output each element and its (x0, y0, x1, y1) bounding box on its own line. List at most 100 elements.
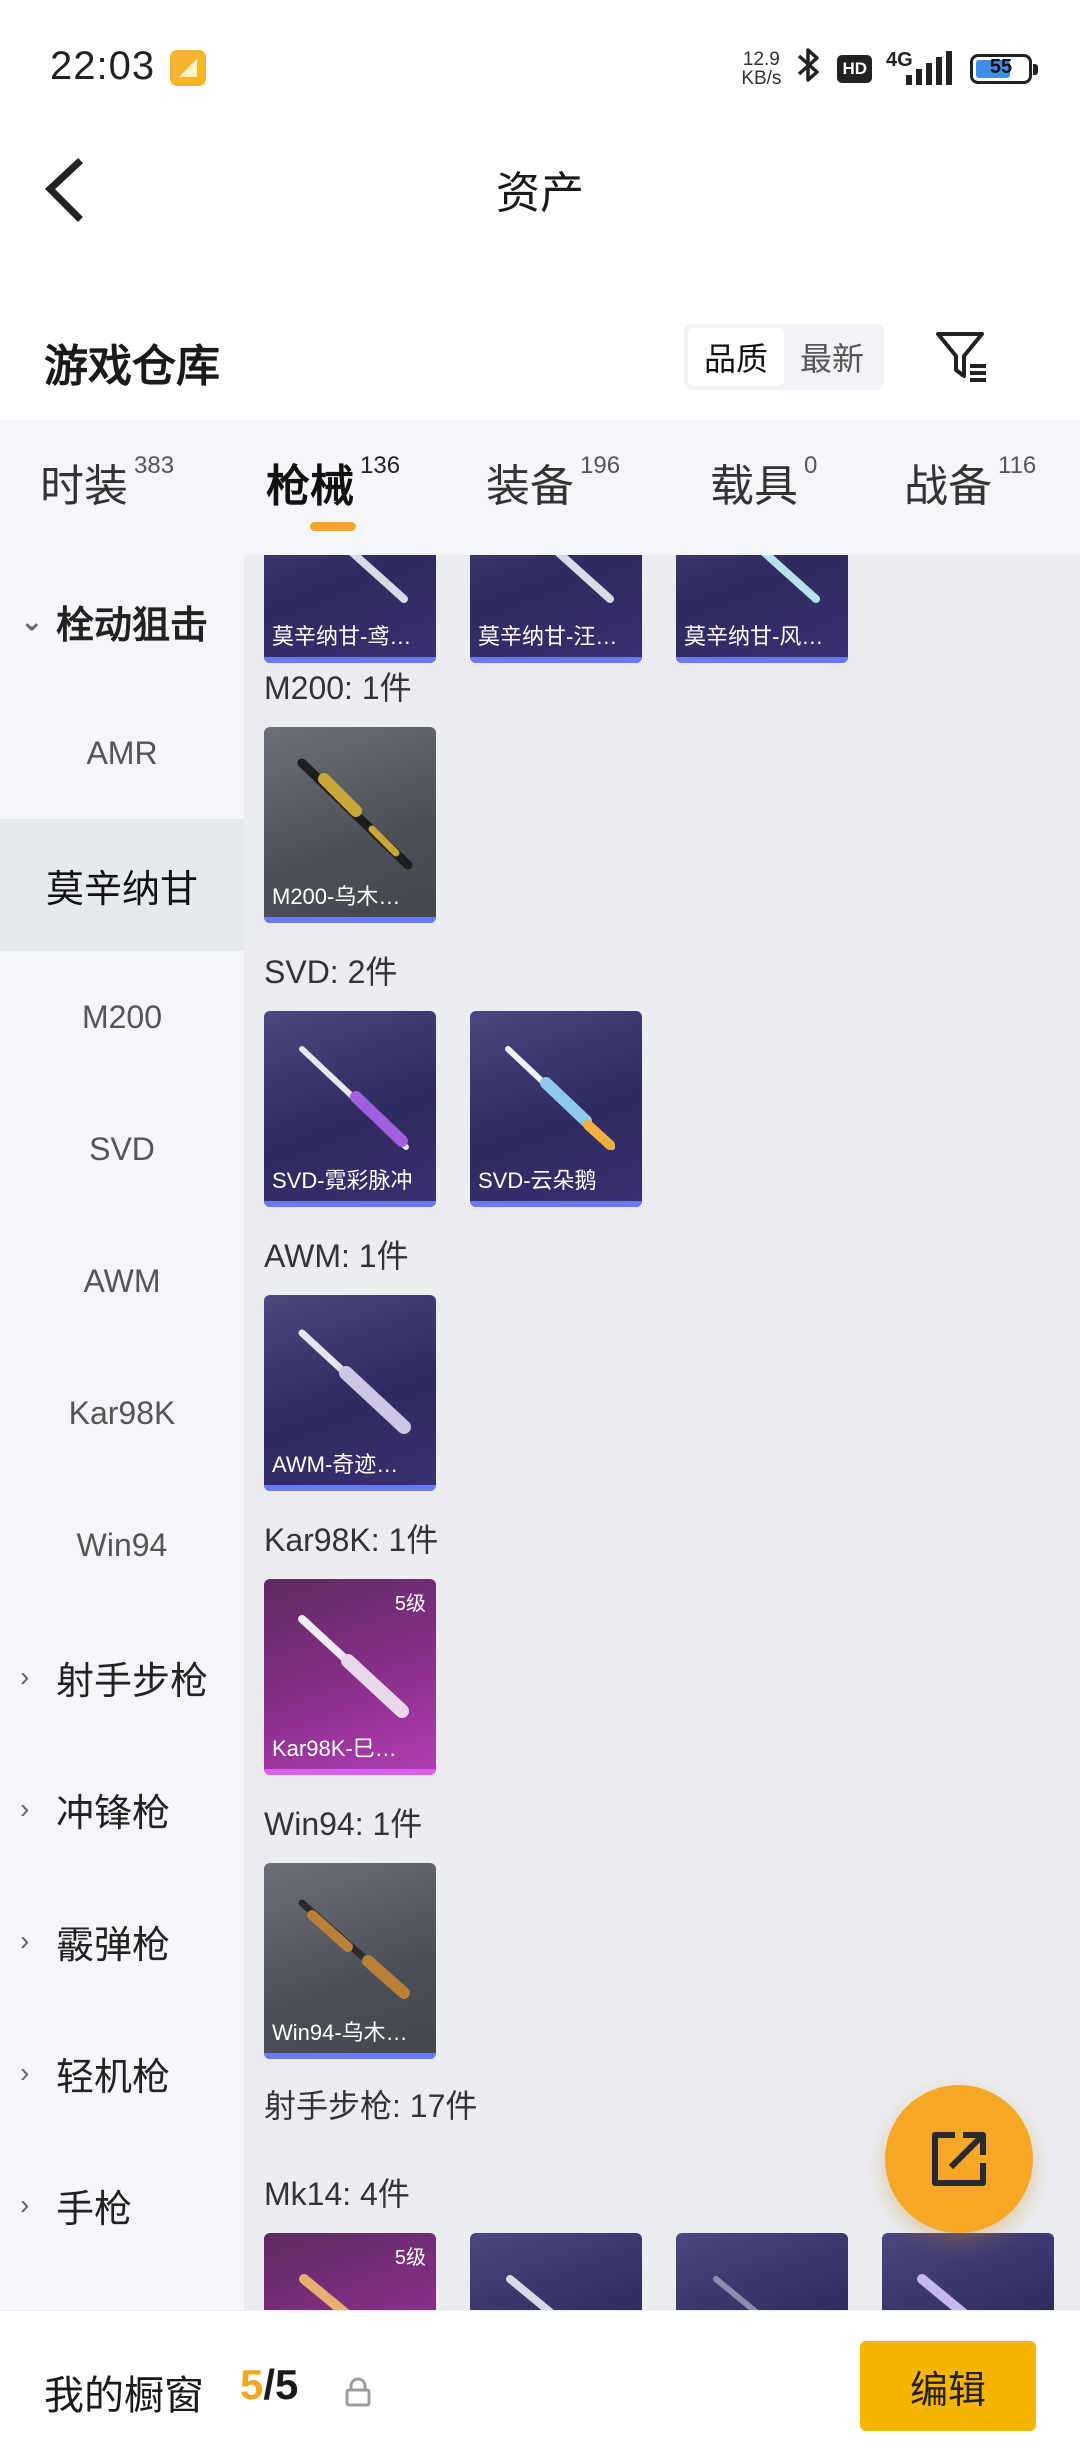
tab-label: 战备 (904, 462, 992, 511)
tab-count: 383 (134, 452, 175, 479)
sidebar-group-label: 栓动狙击 (56, 604, 209, 647)
weapon-card[interactable]: SVD-云朵鹅 (470, 1011, 642, 1207)
sidebar-group-marksman[interactable]: › 射手步枪 (0, 1611, 244, 1743)
battery-level: 55 (989, 56, 1013, 78)
weapon-type-sidebar: ⌄ 栓动狙击 AMR 莫辛纳甘 M200 SVD AWM Kar98K Win9… (0, 555, 244, 2310)
rifle-icon (917, 2274, 968, 2310)
share-external-icon (932, 2132, 986, 2186)
signal-icon: 4G (886, 49, 956, 89)
weapon-name: M200-乌木… (272, 884, 401, 909)
sidebar-group-label: 霰弹枪 (56, 1924, 171, 1967)
weapon-card[interactable]: 5级 (264, 2233, 436, 2310)
weapon-card[interactable]: Win94-乌木… (264, 1863, 436, 2059)
showcase-bar: 我的橱窗 5/5 编辑 (0, 2310, 1080, 2460)
navigation-bar: 资产 (0, 135, 1080, 310)
weapon-card[interactable]: 莫辛纳甘-风… (676, 555, 848, 663)
rarity-strip (470, 1201, 642, 1207)
chevron-right-icon: › (20, 2189, 30, 2220)
weapon-card[interactable]: 莫辛纳甘-汪… (470, 555, 642, 663)
sidebar-item-kar98k[interactable]: Kar98K (0, 1347, 244, 1479)
network-speed-unit: KB/s (741, 68, 782, 89)
section-header-mk14: Mk14: 4件 (264, 2176, 410, 2212)
sidebar-group-shotgun[interactable]: › 霰弹枪 (0, 1875, 244, 2007)
tab-label: 载具 (710, 462, 798, 511)
section-header-m200: M200: 1件 (264, 670, 412, 706)
showcase-label: 我的橱窗 (44, 2374, 204, 2418)
rifle-icon (555, 555, 614, 603)
rifle-icon (713, 2276, 759, 2310)
tab-label: 时装 (40, 462, 128, 511)
showcase-count: 5/5 (240, 2361, 298, 2409)
warehouse-title: 游戏仓库 (44, 342, 220, 391)
rarity-strip (470, 657, 642, 663)
edit-button[interactable]: 编辑 (860, 2341, 1036, 2431)
chevron-right-icon: › (20, 1925, 30, 1956)
filter-icon[interactable] (932, 326, 992, 386)
weapon-card[interactable]: M200-乌木… (264, 727, 436, 923)
section-header-kar98k: Kar98K: 1件 (264, 1522, 439, 1558)
sidebar-item-awm[interactable]: AWM (0, 1215, 244, 1347)
rifle-icon (299, 2274, 350, 2310)
sidebar-group-label: 射手步枪 (56, 1660, 209, 1703)
sidebar-group-smg[interactable]: › 冲锋枪 (0, 1743, 244, 1875)
tab-vehicles[interactable]: 载具 0 (710, 450, 817, 514)
rarity-strip (676, 657, 848, 663)
weapon-card[interactable]: SVD-霓彩脉冲 (264, 1011, 436, 1207)
share-fab-button[interactable] (885, 2085, 1033, 2233)
sidebar-group-bolt-action[interactable]: ⌄ 栓动狙击 (0, 555, 244, 687)
sidebar-item-win94[interactable]: Win94 (0, 1479, 244, 1611)
rifle-icon (349, 555, 408, 603)
showcase-current: 5 (240, 2361, 264, 2408)
network-speed-value: 12.9 (742, 49, 780, 70)
sort-by-quality-button[interactable]: 品质 (688, 328, 784, 386)
tab-count: 196 (580, 452, 621, 479)
network-speed: 12.9 KB/s (741, 50, 781, 88)
weapon-card[interactable] (676, 2233, 848, 2310)
sidebar-item-mosin-nagant[interactable]: 莫辛纳甘 (0, 819, 244, 951)
sniper-rifle-icon (297, 758, 413, 870)
section-header-svd: SVD: 2件 (264, 954, 398, 990)
weapon-name: SVD-云朵鹅 (478, 1168, 597, 1193)
rarity-strip (264, 917, 436, 923)
status-time: 22:03 (50, 44, 156, 88)
weapon-card[interactable] (470, 2233, 642, 2310)
weapon-grid: 莫辛纳甘-鸢… 莫辛纳甘-汪… 莫辛纳甘-风… M200: 1件 M200-乌木… (244, 555, 1080, 2310)
sidebar-group-pistol[interactable]: › 手枪 (0, 2139, 244, 2271)
weapon-name: Kar98K-巳… (272, 1736, 397, 1761)
chevron-right-icon: › (20, 2057, 30, 2088)
weapon-card[interactable]: AWM-奇迹… (264, 1295, 436, 1491)
weapon-name: AWM-奇迹… (272, 1452, 399, 1477)
sidebar-item-amr[interactable]: AMR (0, 687, 244, 819)
showcase-max: 5 (275, 2361, 299, 2408)
rifle-icon (761, 555, 820, 603)
rarity-strip (264, 1201, 436, 1207)
tab-combat-prep[interactable]: 战备 116 (904, 450, 1036, 514)
rifle-icon (506, 2275, 554, 2310)
weapon-card[interactable] (882, 2233, 1054, 2310)
sort-by-newest-button[interactable]: 最新 (784, 328, 880, 386)
tab-equipment[interactable]: 装备 196 (486, 450, 620, 514)
weapon-name: SVD-霓彩脉冲 (272, 1168, 413, 1193)
bluetooth-icon (795, 45, 823, 94)
warehouse-header: 游戏仓库 品质 最新 (0, 310, 1080, 420)
rarity-strip (264, 1769, 436, 1775)
active-tab-indicator (310, 522, 356, 531)
sidebar-group-lmg[interactable]: › 轻机枪 (0, 2007, 244, 2139)
weapon-card[interactable]: 5级 Kar98K-巳… (264, 1579, 436, 1775)
rifle-icon (298, 1899, 410, 1999)
sniper-rifle-icon (505, 1046, 615, 1150)
sidebar-group-label: 手枪 (56, 2188, 133, 2231)
sniper-rifle-icon (298, 1329, 411, 1434)
section-header-awm: AWM: 1件 (264, 1238, 409, 1274)
sidebar-group-label: 冲锋枪 (56, 1792, 171, 1835)
sidebar-item-m200[interactable]: M200 (0, 951, 244, 1083)
weapon-card[interactable]: 莫辛纳甘-鸢… (264, 555, 436, 663)
tab-count: 0 (804, 452, 818, 479)
tab-firearms[interactable]: 枪械 136 (266, 450, 400, 514)
sniper-rifle-icon (299, 1046, 409, 1150)
weapon-name: 莫辛纳甘-风… (684, 624, 824, 649)
tab-label: 枪械 (266, 462, 354, 511)
tab-label: 装备 (486, 462, 574, 511)
sidebar-item-svd[interactable]: SVD (0, 1083, 244, 1215)
tab-fashion[interactable]: 时装 383 (40, 450, 174, 514)
